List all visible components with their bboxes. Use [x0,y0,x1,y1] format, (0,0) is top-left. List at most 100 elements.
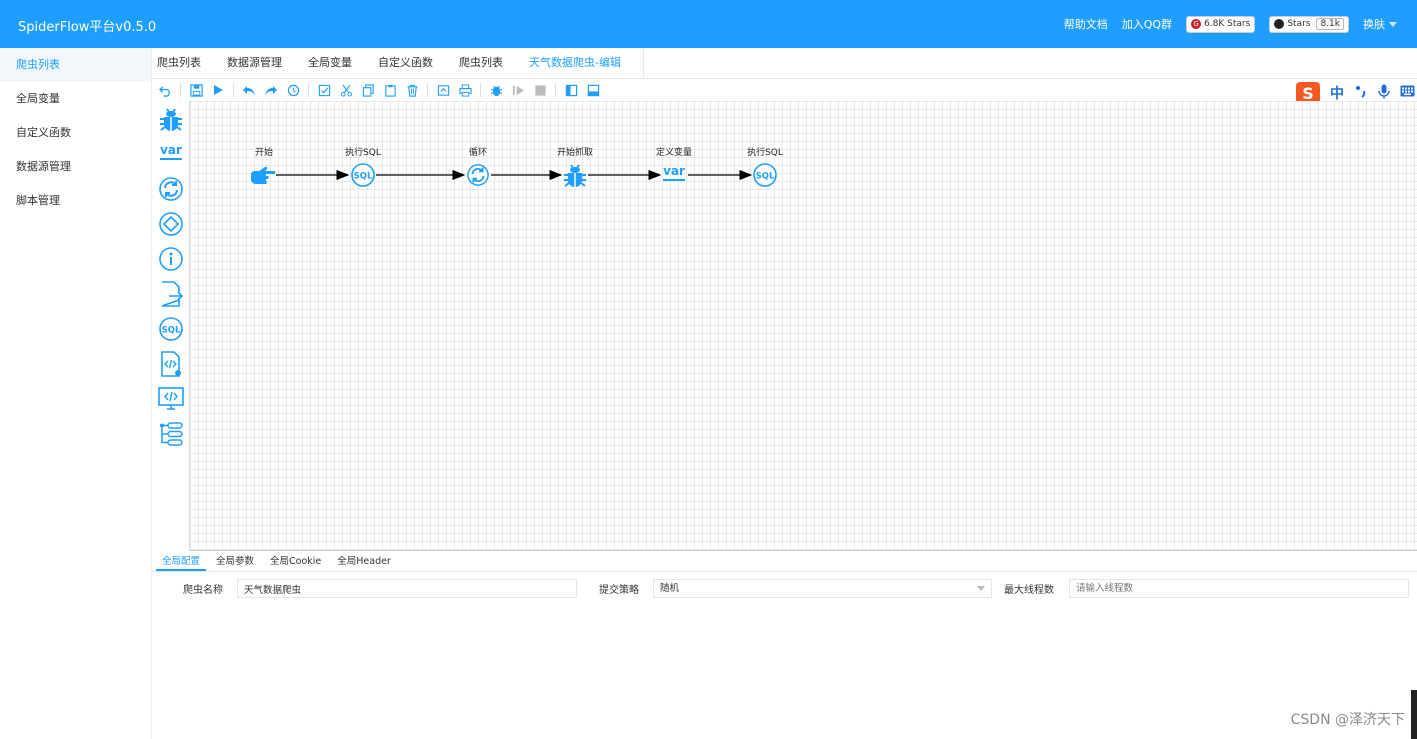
output-file-icon[interactable] [158,281,184,307]
tab-spider-list-2[interactable]: 爬虫列表 [454,48,516,78]
strategy-value: 随机 [660,583,680,594]
flow-canvas[interactable]: 开始 执行SQL SQL 循环 开始抓取 定义变量 var 执行SQL SQL [190,101,1417,551]
palette-sql-text: SQL [162,326,181,336]
chevron-down-icon [977,586,985,591]
sql-icon[interactable]: SQL [351,163,375,187]
sidebar-item-scripts[interactable]: 脚本管理 [0,184,151,218]
node-label-loop: 循环 [468,148,488,158]
node-label-start-crawl: 开始抓取 [556,148,594,158]
threads-row: 最大线程数 [1004,579,1054,598]
gitee-stars-badge[interactable]: G 6.8K Stars [1186,15,1256,33]
condition-icon[interactable] [158,211,184,237]
stop-icon[interactable] [533,83,547,97]
spider-name-label: 爬虫名称 [183,585,223,596]
keyboard-icon[interactable] [1400,85,1415,101]
microphone-icon[interactable] [1378,84,1390,103]
toolbar-divider [427,83,428,97]
redo-icon[interactable] [264,83,278,97]
strategy-select[interactable]: 随机 [653,579,992,598]
layout-bottom-icon[interactable] [586,83,600,97]
sidebar-item-custom-functions[interactable]: 自定义函数 [0,116,151,150]
tab-spider-list[interactable]: 爬虫列表 [152,48,214,78]
step-icon[interactable] [511,83,525,97]
sidebar: 爬虫列表 全局变量 自定义函数 数据源管理 脚本管理 [0,48,152,739]
node-var-text: var [663,164,685,178]
export-icon[interactable] [436,83,450,97]
skin-menu[interactable]: 换肤 [1363,16,1397,32]
select-all-icon[interactable] [317,83,331,97]
return-icon[interactable] [158,83,172,97]
chevron-down-icon [1389,21,1397,27]
history-icon[interactable] [286,83,300,97]
ime-chinese-mode[interactable]: 中 [1330,83,1344,103]
loop-icon[interactable] [158,176,184,202]
tab-global-params[interactable]: 全局参数 [210,551,260,571]
spider-icon[interactable] [158,106,184,132]
tab-global-header[interactable]: 全局Header [331,551,397,571]
config-panel [152,598,1417,739]
punctuation-icon[interactable] [1354,84,1368,102]
config-tab-bar: 全局配置 全局参数 全局Cookie 全局Header [152,551,1417,572]
tab-global-vars[interactable]: 全局变量 [303,48,365,78]
github-stars-label: Stars [1287,19,1311,29]
spider-name-input[interactable] [237,579,577,598]
app-title: SpiderFlow平台v0.5.0 [18,20,157,35]
spider-name-row: 爬虫名称 [183,579,223,598]
tab-custom-functions[interactable]: 自定义函数 [373,48,446,78]
info-icon[interactable] [158,246,184,272]
join-qq-link[interactable]: 加入QQ群 [1122,16,1172,32]
tab-global-config[interactable]: 全局配置 [156,551,207,571]
sidebar-item-datasource[interactable]: 数据源管理 [0,150,151,184]
tab-datasource[interactable]: 数据源管理 [222,48,295,78]
spider-icon[interactable] [563,162,587,188]
cut-icon[interactable] [339,83,353,97]
sql-icon[interactable]: SQL [158,316,184,342]
script-file-icon[interactable] [158,351,184,377]
layout-left-icon[interactable] [564,83,578,97]
top-header: SpiderFlow平台v0.5.0 帮助文档 加入QQ群 G 6.8K Sta… [0,0,1417,48]
sidebar-item-global-vars[interactable]: 全局变量 [0,82,151,116]
github-icon [1274,19,1285,29]
scroll-edge [1411,690,1417,739]
paste-icon[interactable] [383,83,397,97]
toolbar-divider [555,83,556,97]
delete-icon[interactable] [405,83,419,97]
process-flow-icon[interactable] [158,421,184,447]
watermark-text: CSDN @泽济天下 [1290,712,1405,728]
palette-var-text: var [160,143,182,157]
sql-icon[interactable]: SQL [753,163,777,187]
tab-weather-edit[interactable]: 天气数据爬虫-编辑 [524,48,644,78]
strategy-row: 提交策略 [599,579,639,598]
threads-label: 最大线程数 [1004,585,1054,596]
tab-global-cookie[interactable]: 全局Cookie [264,551,327,571]
toolbar-divider [233,83,234,97]
node-label-define-var: 定义变量 [655,148,693,158]
print-icon[interactable] [458,83,472,97]
header-links: 帮助文档 加入QQ群 G 6.8K Stars Stars 8.1k 换肤 [1064,0,1397,48]
loop-icon[interactable] [467,164,489,186]
sidebar-item-spider-list[interactable]: 爬虫列表 [0,48,151,82]
node-label-start: 开始 [254,148,274,158]
copy-icon[interactable] [361,83,375,97]
skin-label: 换肤 [1363,18,1385,31]
github-stars-badge[interactable]: Stars 8.1k [1269,15,1349,33]
help-docs-link[interactable]: 帮助文档 [1064,16,1108,32]
code-monitor-icon[interactable] [158,386,184,412]
node-palette: var SQL [152,101,190,551]
gitee-icon: G [1191,19,1202,29]
var-icon[interactable]: var [158,139,184,165]
undo-icon[interactable] [242,83,256,97]
hand-pointer-icon[interactable] [250,163,276,187]
max-threads-input[interactable] [1069,579,1409,598]
run-icon[interactable] [211,83,225,97]
gitee-stars-text: 6.8K Stars [1204,19,1251,29]
node-label-exec-sql-2: 执行SQL [747,148,783,158]
debug-icon[interactable] [489,83,503,97]
node-label-exec-sql: 执行SQL [345,148,381,158]
toolbar-divider [480,83,481,97]
save-icon[interactable] [189,83,203,97]
var-icon[interactable]: var [661,163,687,185]
github-stars-count: 8.1k [1316,18,1344,30]
strategy-label: 提交策略 [599,585,639,596]
node-sql-text: SQL [354,172,373,182]
